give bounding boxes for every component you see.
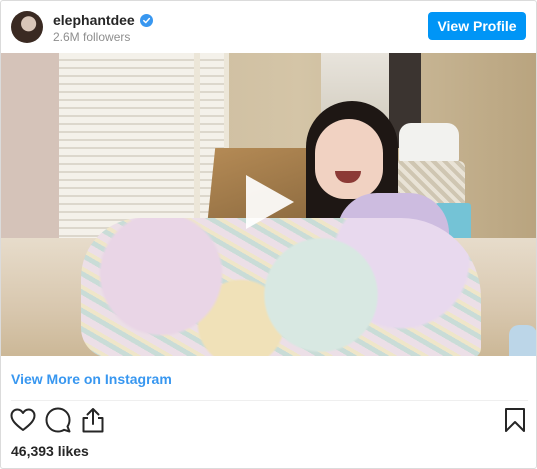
share-icon[interactable] [79,406,107,434]
instagram-embed-card: elephantdee 2.6M followers View Profile [0,0,537,469]
username[interactable]: elephantdee [53,12,135,28]
view-profile-button[interactable]: View Profile [428,12,526,40]
divider [11,400,528,401]
crochet-blanket [81,218,481,356]
avatar[interactable] [11,11,43,43]
comment-icon[interactable] [44,406,72,434]
view-more-on-instagram-link[interactable]: View More on Instagram [11,371,172,387]
water-bottle [509,325,536,356]
post-header: elephantdee 2.6M followers View Profile [1,1,536,53]
play-icon[interactable] [238,171,300,233]
like-count: 46,393 likes [11,443,89,459]
bookmark-icon[interactable] [501,406,529,434]
follower-count: 2.6M followers [53,30,131,44]
lamp [399,123,459,163]
username-row: elephantdee [53,11,153,29]
heart-icon[interactable] [9,406,37,434]
video-thumbnail[interactable] [1,53,536,356]
verified-badge-icon [139,13,153,27]
action-bar [1,406,536,440]
person-face [315,119,383,199]
